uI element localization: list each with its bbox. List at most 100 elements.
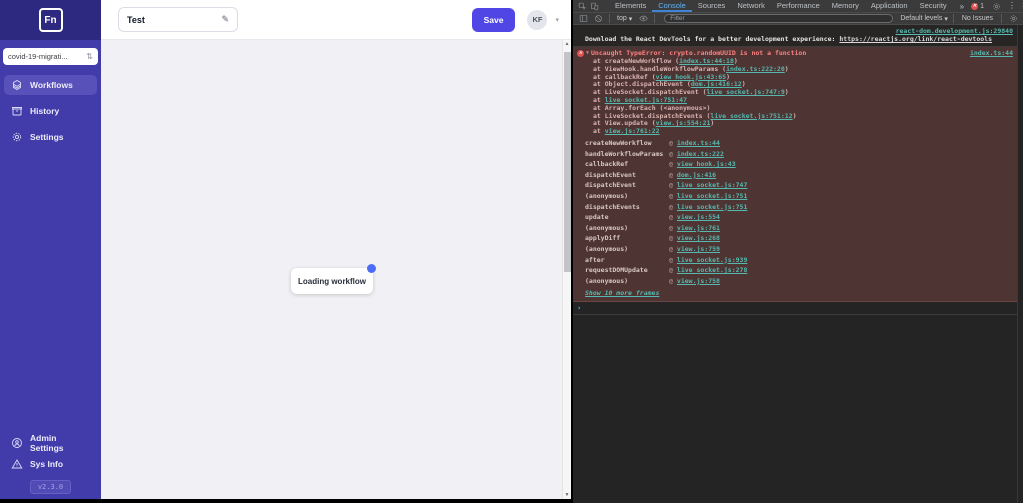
- app-logo-text: Fn: [44, 15, 56, 26]
- chevron-down-icon[interactable]: ▾: [555, 16, 559, 24]
- devtools-settings-gear-icon[interactable]: [990, 1, 1002, 12]
- at-symbol: @: [669, 191, 673, 202]
- loading-workflow-label: Loading workflow: [298, 277, 366, 286]
- frame-source-link[interactable]: dom.js:416: [677, 170, 716, 181]
- scroll-down-arrow[interactable]: ▼: [565, 491, 570, 499]
- stack-frame-text: ): [793, 112, 797, 120]
- stack-frame-link[interactable]: view.js:554:21: [656, 119, 711, 127]
- error-count-badge[interactable]: ✕ 1: [971, 3, 984, 10]
- at-symbol: @: [669, 149, 673, 160]
- stack-frame-link[interactable]: live_socket.js:751:12: [710, 112, 792, 120]
- error-icon: ✕: [971, 3, 978, 10]
- frame-function-name: (anonymous): [585, 244, 669, 255]
- kebab-menu-icon[interactable]: ⋮: [1008, 2, 1016, 10]
- stack-frame-text: ): [785, 65, 789, 73]
- devtools-tab[interactable]: Elements: [609, 0, 652, 12]
- log-levels-dropdown[interactable]: Default levels ▾: [900, 15, 948, 23]
- inspect-element-icon[interactable]: [578, 1, 587, 12]
- console-messages: react-dom.development.js:29840 Download …: [573, 25, 1023, 503]
- workflow-canvas[interactable]: Loading workflow: [101, 40, 562, 499]
- frame-function-name: handleWorkflowParams: [585, 149, 669, 160]
- frame-row: (anonymous) @ view.js:761: [577, 223, 1013, 234]
- frame-row: applyDiff @ view.js:268: [577, 233, 1013, 244]
- stack-frame-link[interactable]: index.ts:44:18: [679, 57, 734, 65]
- stack-frame-link[interactable]: view.js:761:22: [605, 127, 660, 135]
- frame-row: update @ view.js:554: [577, 212, 1013, 223]
- frame-source-link[interactable]: live_socket.js:751: [677, 191, 747, 202]
- frame-source-link[interactable]: view.js:268: [677, 233, 720, 244]
- context-value: top: [617, 15, 627, 22]
- console-empty-area[interactable]: [573, 315, 1023, 503]
- sidebar-item-label: Workflows: [30, 80, 73, 90]
- sidebar-item-admin-settings[interactable]: Admin Settings: [0, 435, 101, 451]
- sidebar-item-history[interactable]: History: [4, 101, 97, 121]
- devtools-tab[interactable]: Application: [865, 0, 914, 12]
- more-tabs-icon[interactable]: »: [956, 2, 968, 11]
- devtools-tab[interactable]: Console: [652, 0, 692, 12]
- live-expression-eye-icon[interactable]: [637, 13, 649, 24]
- page-scrollbar[interactable]: ▲ ▼: [562, 40, 571, 499]
- divider: [953, 14, 954, 23]
- devtools-tab[interactable]: Network: [731, 0, 771, 12]
- frame-row: dispatchEvent @ dom.js:416: [577, 170, 1013, 181]
- stack-frame-link[interactable]: live_socket.js:747:9: [707, 88, 785, 96]
- collapse-triangle-icon[interactable]: ▼: [586, 49, 589, 58]
- message-text-line: Download the React DevTools for a better…: [585, 35, 1013, 44]
- console-sidebar-icon[interactable]: [577, 13, 589, 24]
- devtools-tab[interactable]: Memory: [826, 0, 865, 12]
- devtools-tab[interactable]: Security: [914, 0, 953, 12]
- app-logo[interactable]: Fn: [39, 8, 63, 32]
- at-symbol: @: [669, 180, 673, 191]
- save-button[interactable]: Save: [472, 8, 516, 32]
- at-symbol: @: [669, 202, 673, 213]
- frame-source-link[interactable]: view_hook.js:43: [677, 159, 736, 170]
- admin-user-icon: [11, 437, 23, 449]
- scroll-up-arrow[interactable]: ▲: [565, 40, 570, 48]
- sidebar: Fn covid-19-migrati... ⇅ Workflows Histo…: [0, 0, 101, 499]
- stack-frame-link[interactable]: dom.js:416:12: [691, 80, 742, 88]
- frame-source-link[interactable]: live_socket.js:747: [677, 180, 747, 191]
- clear-console-icon[interactable]: [592, 13, 604, 24]
- divider: [654, 14, 655, 23]
- frame-source-link[interactable]: live_socket.js:751: [677, 202, 747, 213]
- console-settings-gear-icon[interactable]: [1007, 13, 1019, 24]
- edit-pencil-icon[interactable]: ✎: [221, 14, 229, 25]
- console-scrollbar[interactable]: [1017, 25, 1023, 503]
- frame-row: dispatchEvent @ live_socket.js:747: [577, 180, 1013, 191]
- frame-source-link[interactable]: view.js:759: [677, 244, 720, 255]
- sidebar-item-settings[interactable]: Settings: [4, 127, 97, 147]
- frame-source-link[interactable]: index.ts:44: [677, 138, 720, 149]
- stack-frame-link[interactable]: live_socket.js:751:47: [605, 96, 687, 104]
- status-dot: [367, 264, 376, 273]
- frame-source-link[interactable]: view.js:554: [677, 212, 720, 223]
- device-toolbar-icon[interactable]: [590, 1, 599, 12]
- devtools-tab[interactable]: Performance: [771, 0, 826, 12]
- top-header: Test ✎ Save KF ▾: [101, 0, 571, 40]
- stack-frame-link[interactable]: view_hook.js:43:65: [656, 73, 726, 81]
- source-link[interactable]: react-dom.development.js:29840: [896, 27, 1013, 35]
- react-devtools-link[interactable]: https://reactjs.org/link/react-devtools: [839, 35, 992, 43]
- frame-source-link[interactable]: index.ts:222: [677, 149, 724, 160]
- frame-source-link[interactable]: live_socket.js:278: [677, 265, 747, 276]
- sidebar-item-sys-info[interactable]: Sys Info: [0, 456, 101, 472]
- stack-frame-text: at createNewWorkflow (: [593, 57, 679, 65]
- console-filter-input[interactable]: [664, 14, 893, 23]
- stack-frame-link[interactable]: index.ts:222:20: [726, 65, 785, 73]
- devtools-tab[interactable]: Sources: [692, 0, 732, 12]
- stack-frame-text: ): [742, 80, 746, 88]
- error-source-link[interactable]: index.ts:44: [970, 49, 1013, 58]
- issues-counter[interactable]: No Issues: [959, 15, 996, 22]
- workspace-selected-value: covid-19-migrati...: [8, 52, 86, 61]
- user-avatar[interactable]: KF: [527, 10, 547, 30]
- console-prompt[interactable]: ›: [573, 302, 1023, 315]
- show-more-frames-link[interactable]: Show 10 more frames: [585, 288, 659, 298]
- frame-source-link[interactable]: view.js:758: [677, 276, 720, 287]
- context-selector[interactable]: top ▾: [615, 15, 634, 23]
- sidebar-item-workflows[interactable]: Workflows: [4, 75, 97, 95]
- workspace-selector[interactable]: covid-19-migrati... ⇅: [3, 48, 98, 65]
- frame-row: (anonymous) @ live_socket.js:751: [577, 191, 1013, 202]
- frame-source-link[interactable]: view.js:761: [677, 223, 720, 234]
- workflow-name-field[interactable]: Test ✎: [118, 7, 238, 32]
- frame-source-link[interactable]: live_socket.js:939: [677, 255, 747, 266]
- scrollbar-thumb[interactable]: [564, 52, 571, 272]
